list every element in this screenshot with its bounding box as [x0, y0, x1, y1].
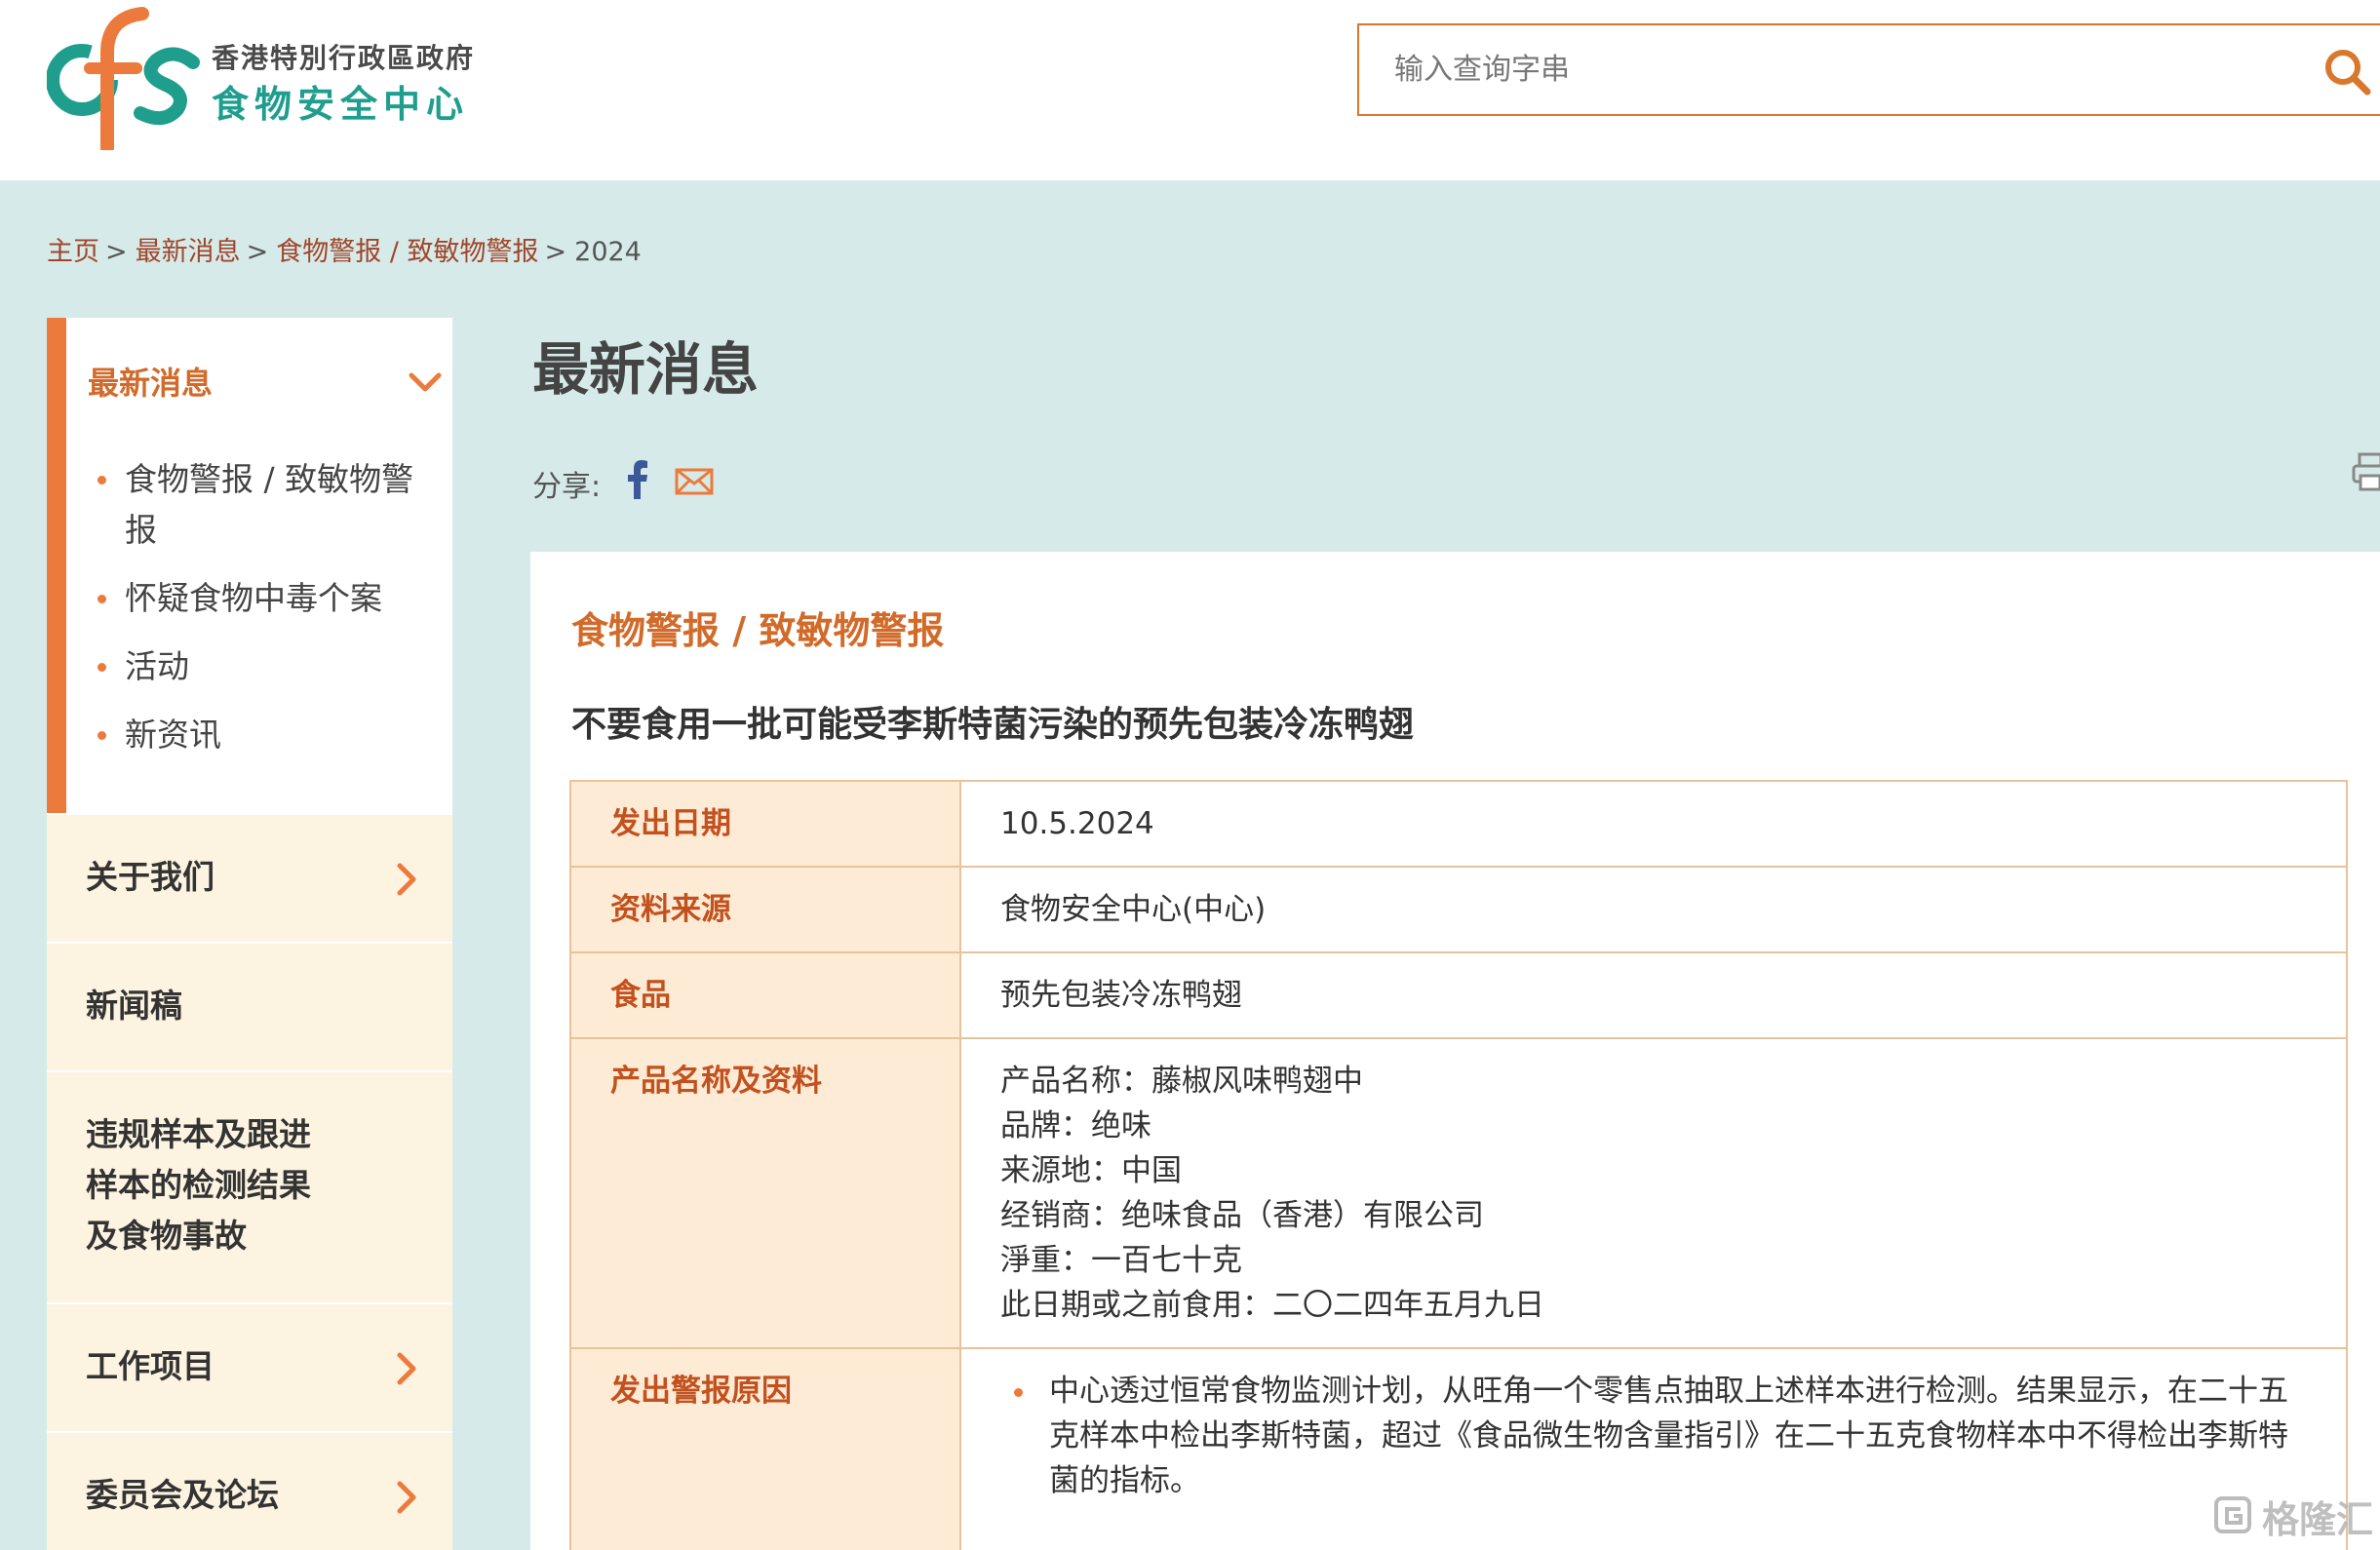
sidebar-item-label-line: 违规样本及跟进	[86, 1115, 311, 1153]
sidebar-subitem-label: 新资讯	[125, 716, 221, 754]
table-row: 资料来源 食物安全中心(中心)	[569, 866, 2348, 953]
page-title: 最新消息	[532, 336, 760, 403]
search-bar	[1357, 23, 2380, 116]
bullet-icon	[98, 731, 106, 740]
sidebar-item-committees[interactable]: 委员会及论坛	[47, 1431, 452, 1550]
sidebar-sublist: 食物警报 / 致敏物警报 怀疑食物中毒个案 活动 新资讯	[94, 454, 425, 760]
list-item: 中心透过恒常食物监测计划，从旺角一个零售点抽取上述样本进行检测。结果显示，在二十…	[1000, 1369, 2307, 1503]
reason-text: 中心透过恒常食物监测计划，从旺角一个零售点抽取上述样本进行检测。结果显示，在二十…	[1049, 1374, 2288, 1498]
search-icon[interactable]	[2321, 45, 2375, 99]
table-row: 食品 预先包装冷冻鸭翅	[569, 951, 2348, 1039]
table-key: 发出日期	[569, 780, 961, 868]
product-detail-line: 来源地：中国	[1000, 1153, 1182, 1188]
breadcrumb-home[interactable]: 主页	[47, 237, 99, 267]
sidebar-subitem-food-alerts[interactable]: 食物警报 / 致敏物警报	[94, 454, 425, 556]
reason-list: 中心透过恒常食物监测计划，从旺角一个零售点抽取上述样本进行检测。结果显示，在二十…	[1000, 1369, 2307, 1503]
breadcrumb-separator: >	[105, 237, 128, 267]
share-label: 分享:	[532, 470, 602, 504]
table-value-reasons: 中心透过恒常食物监测计划，从旺角一个零售点抽取上述样本进行检测。结果显示，在二十…	[959, 1347, 2348, 1550]
site-header: 香港特別行政區政府 食物安全中心	[0, 0, 2380, 180]
table-row: 发出日期 10.5.2024	[569, 780, 2348, 868]
bullet-icon	[98, 663, 106, 672]
chevron-down-icon[interactable]	[408, 371, 443, 395]
sidebar-item-label: 关于我们	[86, 858, 215, 896]
sidebar-item-latest-news[interactable]: 最新消息	[88, 359, 213, 404]
product-detail-line: 淨重：一百七十克	[1000, 1243, 1242, 1278]
table-row: 发出警报原因 中心透过恒常食物监测计划，从旺角一个零售点抽取上述样本进行检测。结…	[569, 1347, 2348, 1550]
search-input[interactable]	[1394, 25, 2350, 114]
email-icon[interactable]	[675, 468, 714, 495]
bullet-icon	[98, 595, 106, 603]
breadcrumb-separator: >	[246, 237, 269, 267]
watermark-text: 格隆汇	[2262, 1498, 2374, 1541]
table-value: 食物安全中心(中心)	[959, 866, 2348, 953]
centre-name: 食物安全中心	[212, 83, 470, 126]
sidebar-subitem-food-poisoning[interactable]: 怀疑食物中毒个案	[94, 573, 425, 624]
breadcrumb-latest-news[interactable]: 最新消息	[136, 237, 241, 267]
sidebar-section-latest-news: 最新消息 食物警报 / 致敏物警报 怀疑食物中毒个案 活动 新资讯	[47, 318, 452, 813]
table-key: 产品名称及资料	[569, 1037, 961, 1349]
sidebar-item-label: 新闻稿	[86, 987, 182, 1025]
table-key: 食品	[569, 951, 961, 1039]
print-icon[interactable]	[2352, 452, 2380, 491]
sidebar-item-label: 违规样本及跟进 样本的检测结果 及食物事故	[86, 1109, 311, 1261]
chevron-right-icon	[397, 1481, 416, 1514]
product-detail-line: 产品名称：藤椒风味鸭翅中	[1000, 1064, 1363, 1099]
sidebar-subitem-whats-new[interactable]: 新资讯	[94, 710, 425, 760]
table-value-product-details: 产品名称：藤椒风味鸭翅中 品牌：绝味 来源地：中国 经销商：绝味食品（香港）有限…	[959, 1037, 2348, 1349]
product-detail-line: 品牌：绝味	[1000, 1108, 1151, 1143]
table-value: 预先包装冷冻鸭翅	[959, 951, 2348, 1039]
content-panel: 食物警报 / 致敏物警报 不要食用一批可能受李斯特菌污染的预先包装冷冻鸭翅 发出…	[530, 552, 2380, 1550]
sidebar-subitem-label: 食物警报 / 致敏物警报	[125, 460, 414, 549]
sidebar-item-label: 委员会及论坛	[86, 1476, 279, 1514]
breadcrumb: 主页 > 最新消息 > 食物警报 / 致敏物警报 >2024	[47, 230, 642, 268]
sidebar-subitem-events[interactable]: 活动	[94, 641, 425, 692]
breadcrumb-food-alerts[interactable]: 食物警报 / 致敏物警报	[276, 237, 538, 267]
alert-details-table: 发出日期 10.5.2024 资料来源 食物安全中心(中心) 食品 预先包装冷冻…	[569, 780, 2348, 1550]
sidebar-item-test-results[interactable]: 违规样本及跟进 样本的检测结果 及食物事故	[47, 1070, 452, 1302]
sidebar-subitem-label: 怀疑食物中毒个案	[125, 579, 382, 617]
product-detail-line: 经销商：绝味食品（香港）有限公司	[1000, 1198, 1484, 1233]
sidebar-item-press-releases[interactable]: 新闻稿	[47, 942, 452, 1070]
facebook-icon[interactable]	[626, 460, 649, 499]
sidebar-item-programmes[interactable]: 工作项目	[47, 1302, 452, 1431]
sidebar-nav: 最新消息 食物警报 / 致敏物警报 怀疑食物中毒个案 活动 新资讯 关于我们 新…	[47, 318, 452, 1550]
sidebar-subitem-label: 活动	[125, 647, 189, 685]
sidebar-item-label: 工作项目	[86, 1347, 215, 1385]
table-value: 10.5.2024	[959, 780, 2348, 868]
table-key: 资料来源	[569, 866, 961, 953]
breadcrumb-current: 2024	[574, 237, 642, 267]
bullet-icon	[1014, 1388, 1023, 1397]
bullet-icon	[98, 476, 106, 484]
chevron-right-icon	[397, 1352, 416, 1385]
section-title: 食物警报 / 致敏物警报	[571, 609, 945, 652]
product-detail-line: 此日期或之前食用：二〇二四年五月九日	[1000, 1288, 1544, 1323]
sidebar-item-about-us[interactable]: 关于我们	[47, 813, 452, 942]
breadcrumb-separator: >	[544, 237, 567, 267]
chevron-right-icon	[397, 863, 416, 896]
sidebar-item-label-line: 样本的检测结果	[86, 1166, 311, 1204]
sidebar-item-label-line: 及食物事故	[86, 1217, 247, 1255]
government-name: 香港特別行政區政府	[212, 42, 476, 74]
cfs-logo[interactable]	[47, 4, 203, 150]
notice-title: 不要食用一批可能受李斯特菌污染的预先包装冷冻鸭翅	[571, 705, 1415, 745]
table-key: 发出警报原因	[569, 1347, 961, 1550]
watermark-logo-icon	[2214, 1496, 2251, 1533]
table-row: 产品名称及资料 产品名称：藤椒风味鸭翅中 品牌：绝味 来源地：中国 经销商：绝味…	[569, 1037, 2348, 1349]
